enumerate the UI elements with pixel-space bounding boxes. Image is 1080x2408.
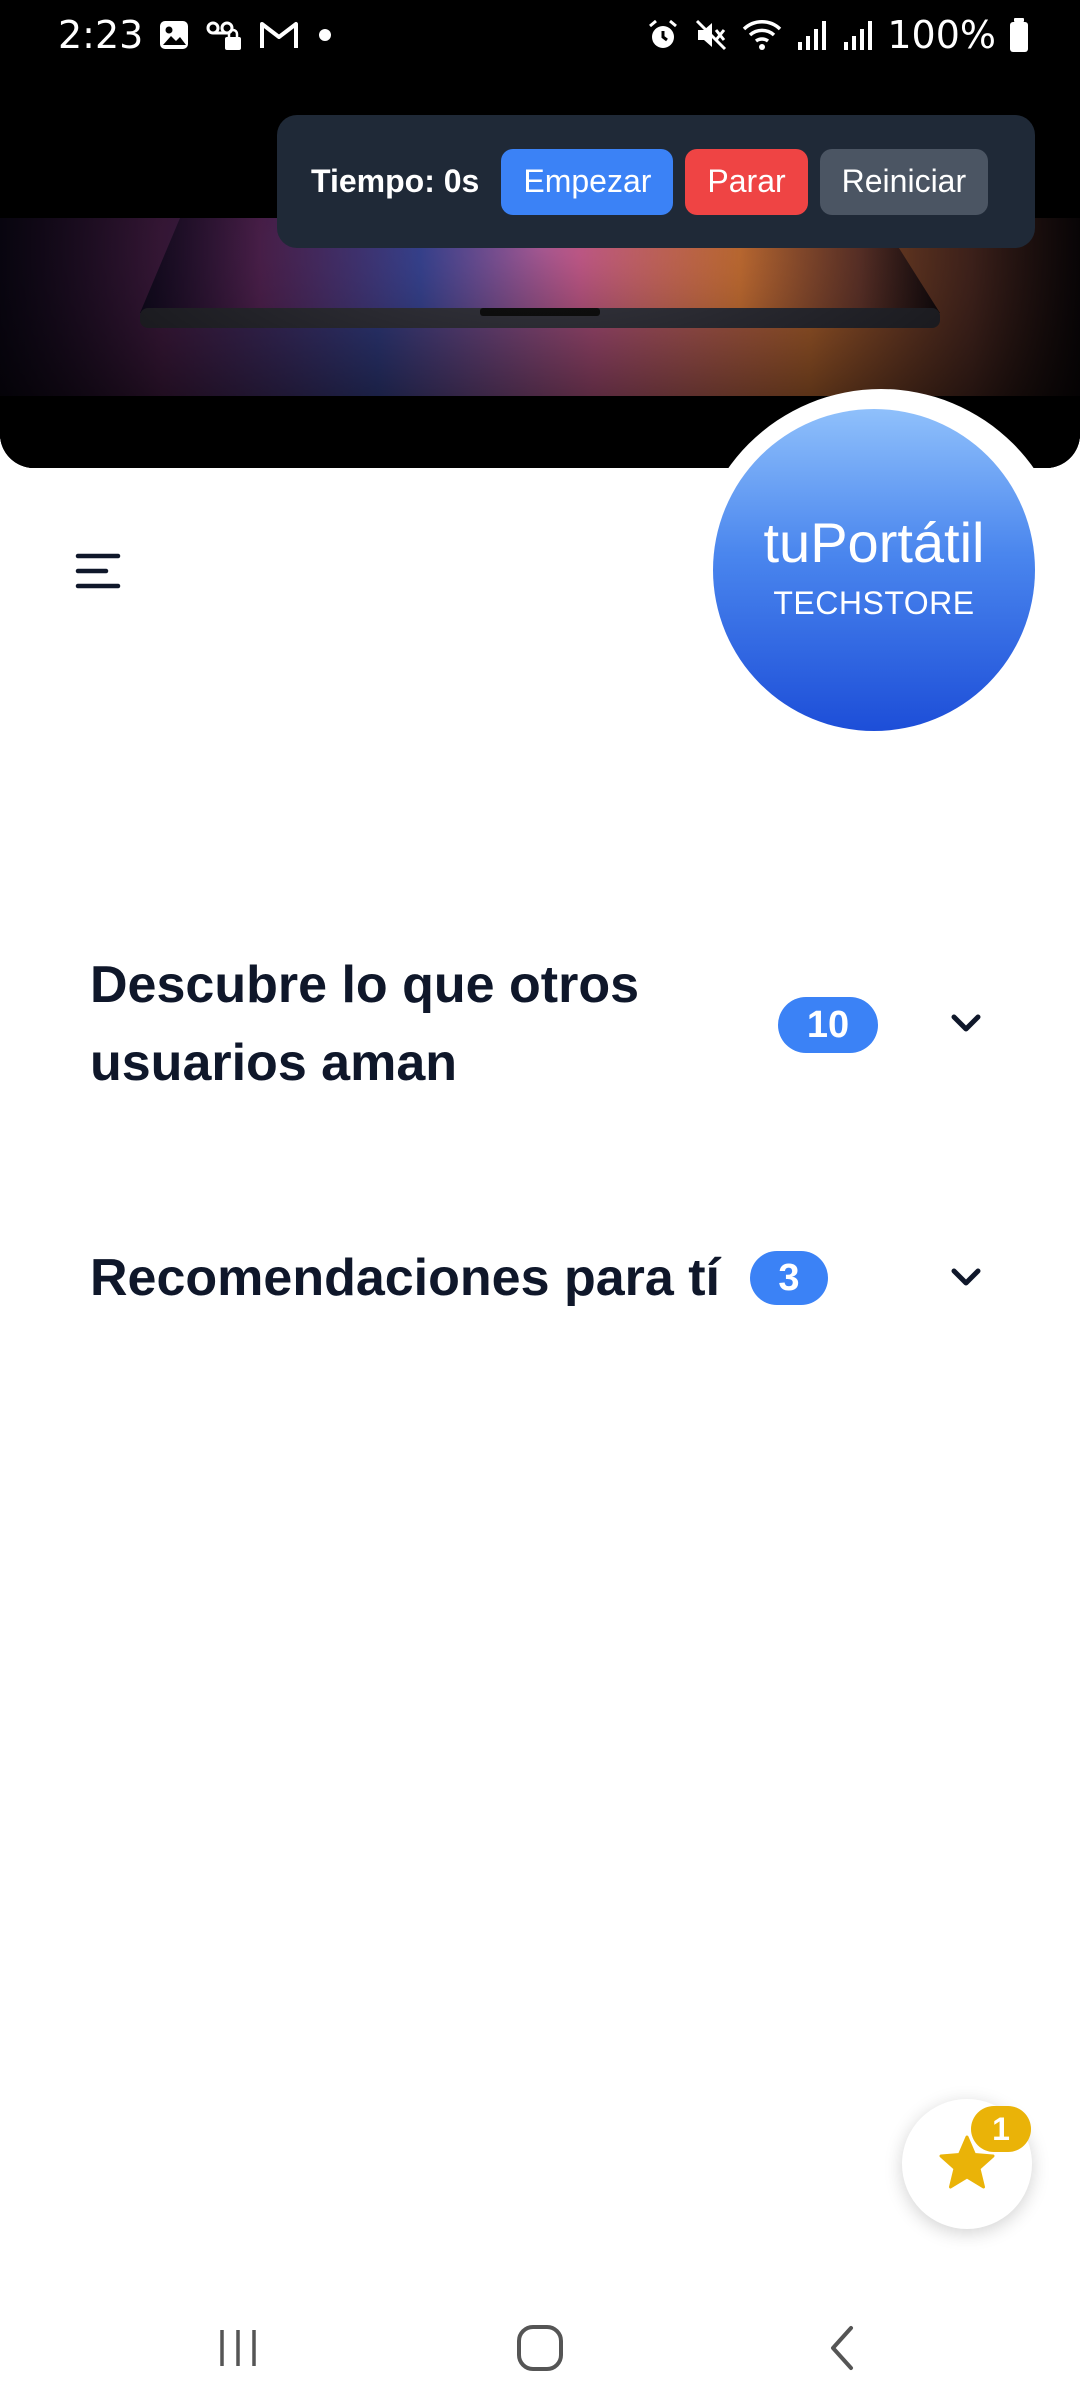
timer-label: Tiempo: 0s: [311, 163, 480, 199]
status-right: 100%: [645, 13, 1030, 57]
count-badge: 3: [750, 1251, 828, 1305]
section-title: Recomendaciones para tí: [90, 1249, 720, 1307]
system-nav-bar: [0, 2290, 1080, 2408]
section-title-line: Descubre lo que otros: [90, 956, 639, 1014]
reset-button[interactable]: Reiniciar: [819, 148, 989, 215]
voicemail-lock-icon: [205, 18, 245, 52]
chevron-down-icon[interactable]: [946, 1009, 986, 1039]
mute-icon: [693, 17, 729, 53]
back-icon: [831, 2326, 853, 2370]
home-icon: [517, 2325, 563, 2371]
gmail-icon: [259, 19, 299, 51]
section-title-line: usuarios aman: [90, 1034, 458, 1092]
status-left: 2:23: [58, 13, 337, 57]
section-recommendations[interactable]: Recomendaciones para tí 3: [90, 1238, 1010, 1318]
brand-tagline: TECHSTORE: [773, 585, 975, 622]
battery-icon: [1008, 17, 1030, 53]
menu-icon: [75, 553, 121, 589]
favorites-count-badge: 1: [971, 2106, 1031, 2152]
brand-logo[interactable]: tuPortátil TECHSTORE: [713, 409, 1035, 731]
wifi-icon: [741, 17, 783, 53]
gallery-icon: [157, 18, 191, 52]
battery-percentage: 100%: [887, 13, 996, 57]
status-time: 2:23: [58, 13, 144, 57]
stop-button[interactable]: Parar: [685, 148, 808, 215]
recent-apps-button[interactable]: [178, 2308, 298, 2388]
status-bar: 2:23 100%: [0, 0, 1080, 70]
timer-panel: Tiempo: 0s Empezar Parar Reiniciar: [277, 115, 1035, 248]
section-popular[interactable]: Descubre lo que otros usuarios aman 10: [90, 944, 1010, 1104]
recent-apps-icon: [220, 2330, 256, 2366]
count-badge: 10: [778, 997, 878, 1053]
alarm-icon: [645, 17, 681, 53]
back-button[interactable]: [783, 2308, 903, 2388]
signal-icon: [841, 18, 875, 52]
start-button[interactable]: Empezar: [501, 148, 674, 215]
menu-button[interactable]: [70, 548, 126, 596]
chevron-down-icon[interactable]: [946, 1263, 986, 1293]
dot-icon: [313, 23, 337, 47]
section-title: Descubre lo que otros usuarios aman: [90, 946, 710, 1102]
signal-icon: [795, 18, 829, 52]
home-button[interactable]: [480, 2308, 600, 2388]
brand-name: tuPortátil: [763, 510, 985, 574]
